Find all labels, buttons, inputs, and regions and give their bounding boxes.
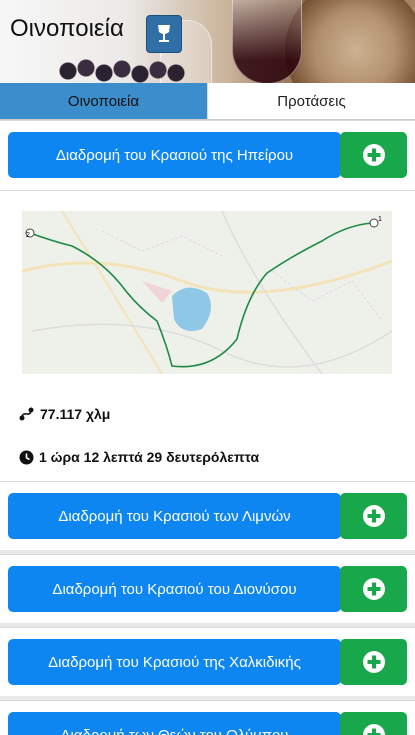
map-marker-label: 1 [378, 216, 382, 223]
duration-row: 1 ώρα 12 λεπτά 29 δευτερόλεπτα [19, 449, 259, 465]
route-button[interactable]: Διαδρομή του Κρασιού του Διονύσου [8, 566, 341, 612]
tab-wineries[interactable]: Οινοποιεία [0, 83, 207, 119]
route-button[interactable]: Διαδρομή του Κρασιού της Ηπείρου [8, 132, 341, 178]
add-route-button[interactable] [340, 712, 407, 735]
add-route-button[interactable] [340, 566, 407, 612]
plus-circle-icon [362, 143, 386, 167]
distance-row: 77.117 χλμ [19, 406, 110, 422]
add-route-button[interactable] [340, 639, 407, 685]
route-map[interactable]: 2 1 [22, 211, 392, 374]
plus-circle-icon [362, 504, 386, 528]
route-card: Διαδρομή του Κρασιού του Διονύσου [0, 554, 415, 623]
route-card: Διαδρομή του Κρασιού των Λιμνών [0, 481, 415, 550]
route-button[interactable]: Διαδρομή των Θεών του Ολύμπου [8, 712, 341, 735]
map-marker-label: 2 [26, 232, 30, 239]
plus-circle-icon [362, 577, 386, 601]
tab-bar: Οινοποιεία Προτάσεις [0, 83, 415, 120]
route-button[interactable]: Διαδρομή του Κρασιού της Χαλκιδικής [8, 639, 341, 685]
add-route-button[interactable] [340, 132, 407, 178]
plus-circle-icon [362, 723, 386, 735]
route-details: 2 1 77.117 χλμ 1 ώρα 12 λεπτά 29 δευτερό… [0, 190, 415, 481]
tab-suggestions[interactable]: Προτάσεις [207, 83, 415, 119]
plus-circle-icon [362, 650, 386, 674]
route-card: Διαδρομή του Κρασιού της Χαλκιδικής [0, 627, 415, 696]
wine-glass-icon [156, 24, 172, 44]
route-card: Διαδρομή του Κρασιού της Ηπείρου [0, 120, 415, 191]
route-icon [19, 407, 35, 421]
route-button[interactable]: Διαδρομή του Κρασιού των Λιμνών [8, 493, 341, 539]
page-title: Οινοποιεία [10, 15, 124, 43]
wine-barrel-image [285, 0, 415, 83]
wine-glass-image [232, 0, 302, 83]
distance-value: 77.117 χλμ [40, 406, 110, 422]
app-header: Οινοποιεία [0, 0, 415, 83]
wine-glass-button[interactable] [146, 15, 182, 53]
grapes-image [58, 56, 188, 83]
route-card: Διαδρομή των Θεών του Ολύμπου [0, 700, 415, 735]
duration-value: 1 ώρα 12 λεπτά 29 δευτερόλεπτα [39, 449, 259, 465]
clock-icon [19, 450, 34, 465]
add-route-button[interactable] [340, 493, 407, 539]
